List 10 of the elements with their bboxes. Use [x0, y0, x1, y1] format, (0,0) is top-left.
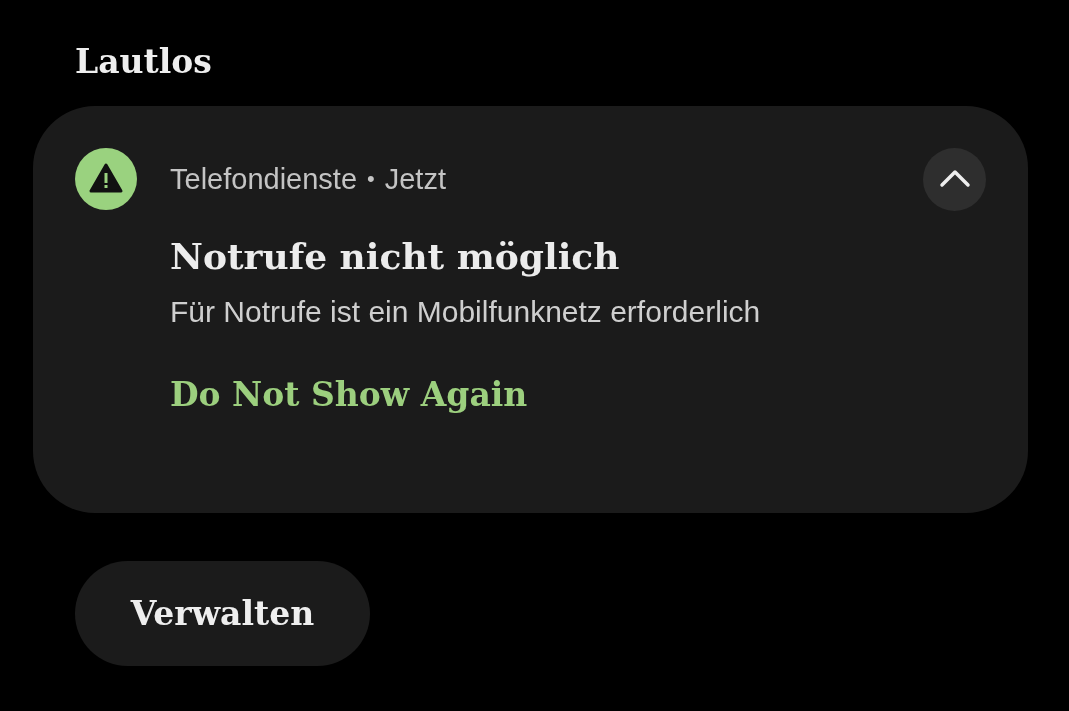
- timestamp: Jetzt: [384, 162, 446, 196]
- app-name: Telefondienste: [170, 162, 358, 196]
- section-title: Lautlos: [75, 41, 213, 83]
- notification-body: Für Notrufe ist ein Mobilfunknetz erforderlich: [170, 294, 762, 330]
- notification-card[interactable]: Telefondienste • Jetzt Notrufe nicht möglich Für Notrufe ist ein Mobilfunknetz erforderlich Do Not Show Again: [33, 106, 1028, 513]
- notification-title: Notrufe nicht möglich: [170, 234, 621, 279]
- manage-button[interactable]: Verwalten: [75, 561, 370, 666]
- action-button[interactable]: Do Not Show Again: [170, 370, 528, 420]
- separator: •: [367, 166, 375, 192]
- warning-icon: [75, 148, 137, 210]
